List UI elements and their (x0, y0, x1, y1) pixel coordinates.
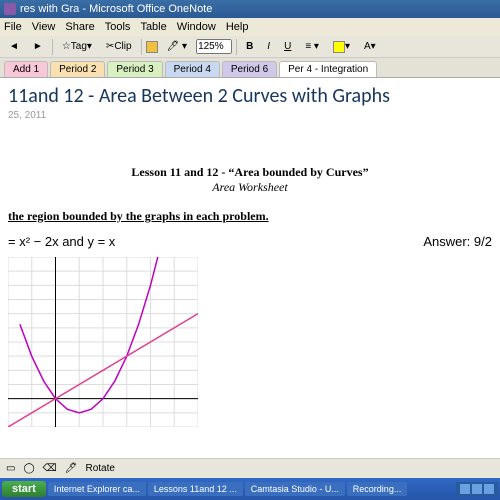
lasso-tool[interactable]: ◯ (23, 463, 34, 474)
document-body: Lesson 11 and 12 - “Area bounded by Curv… (8, 165, 492, 430)
window-titlebar: res with Gra - Microsoft Office OneNote (0, 0, 500, 18)
tab-period-3[interactable]: Period 3 (107, 61, 162, 77)
section-tabs: Add 1 Period 2 Period 3 Period 4 Period … (0, 58, 500, 78)
highlight-swatch[interactable] (146, 41, 158, 53)
bullets-button[interactable]: ≡ ▾ (300, 39, 324, 54)
font-color-button[interactable]: A▾ (359, 39, 381, 54)
menu-view[interactable]: View (32, 21, 56, 33)
separator (236, 39, 237, 55)
taskbar: start Internet Explorer ca... Lessons 11… (0, 478, 500, 500)
task-camtasia[interactable]: Camtasia Studio - U... (245, 482, 345, 496)
menu-help[interactable]: Help (226, 21, 249, 33)
back-button[interactable]: ◄ (4, 39, 24, 54)
tag-button[interactable]: ☆ Tag ▾ (57, 39, 97, 54)
menu-file[interactable]: File (4, 21, 22, 33)
zoom-input[interactable] (196, 39, 232, 54)
select-tool[interactable]: ▭ (6, 463, 15, 474)
start-button[interactable]: start (2, 481, 46, 497)
page-canvas[interactable]: 11and 12 - Area Between 2 Curves with Gr… (0, 78, 500, 458)
eraser-tool[interactable]: ⌫ (43, 463, 57, 474)
toolbar: ◄ ► ☆ Tag ▾ ✂ Clip 🖊 ▾ B I U ≡ ▾ ▾ A▾ (0, 36, 500, 58)
menu-table[interactable]: Table (140, 21, 166, 33)
underline-button[interactable]: U (279, 39, 296, 54)
answer-text: Answer: 9/2 (423, 234, 492, 249)
menu-share[interactable]: Share (65, 21, 94, 33)
highlight-button[interactable]: ▾ (328, 39, 355, 55)
equation-text: = x² − 2x and y = x (8, 234, 115, 249)
clip-button[interactable]: ✂ Clip (101, 39, 137, 54)
menu-window[interactable]: Window (177, 21, 216, 33)
separator (52, 39, 53, 55)
rotate-button[interactable]: Rotate (86, 463, 115, 474)
tray-icon[interactable] (460, 484, 470, 494)
separator (141, 39, 142, 55)
italic-button[interactable]: I (262, 39, 275, 54)
pen-tool[interactable]: 🖊 (65, 463, 78, 474)
page-title[interactable]: 11and 12 - Area Between 2 Curves with Gr… (8, 84, 492, 108)
tray-icon[interactable] (484, 484, 494, 494)
forward-button[interactable]: ► (28, 39, 48, 54)
window-title: res with Gra - Microsoft Office OneNote (20, 3, 212, 15)
app-icon (4, 3, 16, 15)
tab-period-6[interactable]: Period 6 (222, 61, 277, 77)
tab-period-2[interactable]: Period 2 (50, 61, 105, 77)
tray-icon[interactable] (472, 484, 482, 494)
system-tray[interactable] (456, 482, 498, 496)
menubar: File View Share Tools Table Window Help (0, 18, 500, 36)
task-ie[interactable]: Internet Explorer ca... (48, 482, 146, 496)
pen-button[interactable]: 🖊 ▾ (162, 39, 193, 54)
task-onenote[interactable]: Lessons 11and 12 ... (148, 482, 243, 496)
page-date: 25, 2011 (8, 110, 492, 121)
tab-period-1[interactable]: Add 1 (4, 61, 48, 77)
tab-active[interactable]: Per 4 - Integration (279, 61, 377, 77)
graph-plot (8, 257, 492, 430)
bold-button[interactable]: B (241, 39, 258, 54)
lesson-heading: Lesson 11 and 12 - “Area bounded by Curv… (8, 165, 492, 180)
instruction-text: the region bounded by the graphs in each… (8, 209, 492, 224)
menu-tools[interactable]: Tools (105, 21, 131, 33)
tab-period-4[interactable]: Period 4 (165, 61, 220, 77)
chart-svg (8, 257, 198, 427)
drawing-toolbar: ▭ ◯ ⌫ 🖊 Rotate (0, 458, 500, 478)
task-recording[interactable]: Recording... (347, 482, 408, 496)
problem-row: = x² − 2x and y = x Answer: 9/2 (8, 234, 492, 249)
lesson-subtitle: Area Worksheet (8, 180, 492, 195)
